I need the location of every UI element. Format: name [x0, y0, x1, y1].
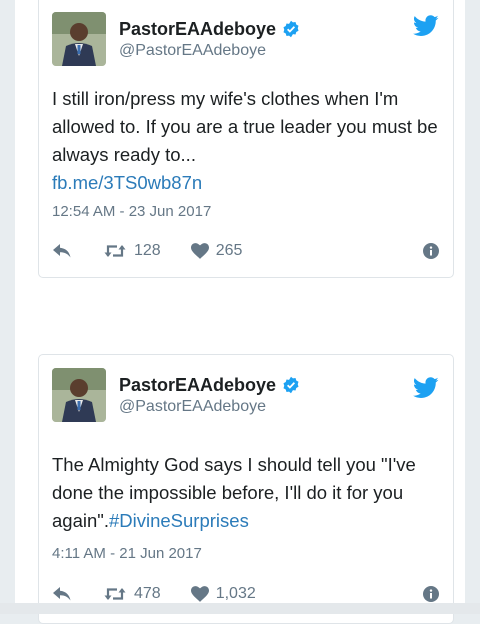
reply-icon	[53, 244, 71, 258]
tweet-timestamp[interactable]: 12:54 AM - 23 Jun 2017	[52, 203, 211, 220]
tweet-link[interactable]: fb.me/3TS0wb87n	[52, 172, 202, 193]
reply-button[interactable]	[52, 243, 72, 259]
user-handle[interactable]: @PastorEAAdeboye	[119, 42, 266, 60]
tweet-text: I still iron/press my wife's clothes whe…	[52, 85, 442, 197]
reply-button[interactable]	[52, 586, 72, 602]
tweet-timestamp[interactable]: 4:11 AM - 21 Jun 2017	[52, 545, 202, 562]
tweet-card[interactable]: PastorEAAdeboye @PastorEAAdeboye I still…	[38, 0, 454, 278]
bottom-edge	[0, 603, 480, 614]
display-name[interactable]: PastorEAAdeboye	[119, 19, 276, 40]
avatar-photo	[52, 368, 106, 422]
twitter-bird-icon[interactable]	[413, 377, 439, 399]
retweet-count: 128	[134, 242, 161, 259]
hashtag-link[interactable]: #DivineSurprises	[109, 510, 249, 531]
avatar-photo	[52, 12, 106, 66]
retweet-count: 478	[134, 585, 161, 602]
verified-badge-icon	[283, 376, 299, 394]
reply-icon	[53, 587, 71, 601]
like-count: 1,032	[215, 585, 256, 602]
display-name[interactable]: PastorEAAdeboye	[119, 375, 276, 396]
author-name-row[interactable]: PastorEAAdeboye	[119, 374, 300, 396]
like-button[interactable]: 265	[190, 242, 243, 260]
heart-icon	[190, 586, 209, 602]
info-icon[interactable]	[423, 243, 439, 259]
tweet-text: The Almighty God says I should tell you …	[52, 451, 442, 535]
tweet-card[interactable]: PastorEAAdeboye @PastorEAAdeboye The Alm…	[38, 354, 454, 624]
retweet-icon	[104, 588, 126, 600]
tweet-body: I still iron/press my wife's clothes whe…	[52, 88, 438, 165]
like-button[interactable]: 1,032	[190, 585, 256, 603]
verified-badge-icon	[283, 20, 299, 38]
retweet-button[interactable]: 128	[104, 242, 161, 260]
twitter-bird-icon[interactable]	[413, 15, 439, 37]
info-icon[interactable]	[423, 586, 439, 602]
author-name-row[interactable]: PastorEAAdeboye	[119, 18, 300, 40]
avatar[interactable]	[52, 368, 106, 422]
heart-icon	[190, 243, 209, 259]
tweet-actions: 128 265	[52, 239, 439, 263]
retweet-icon	[104, 245, 126, 257]
like-count: 265	[215, 242, 243, 259]
retweet-button[interactable]: 478	[104, 585, 161, 603]
user-handle[interactable]: @PastorEAAdeboye	[119, 398, 266, 416]
avatar[interactable]	[52, 12, 106, 66]
